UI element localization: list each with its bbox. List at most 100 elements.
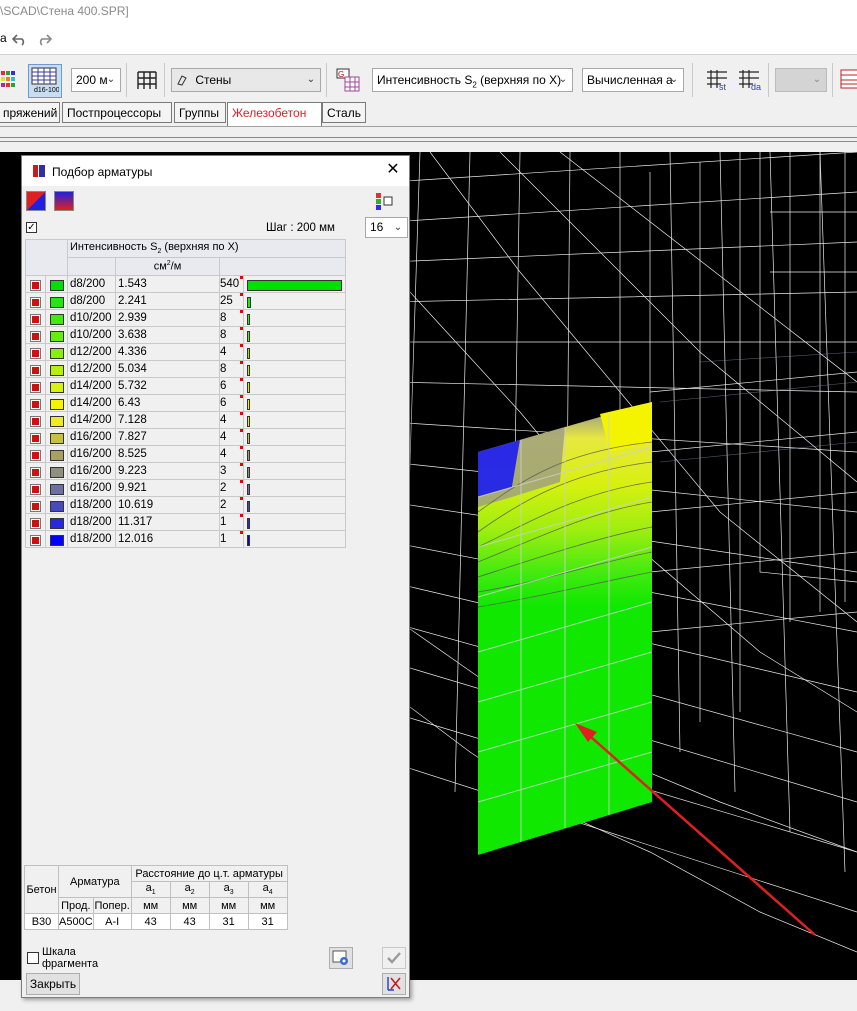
table-row[interactable]: d8/200 2.241 25	[25, 292, 347, 310]
table-row[interactable]: d16/200 9.921 2	[25, 479, 347, 497]
factor-select-icon[interactable]: G	[334, 66, 362, 94]
a1-value[interactable]: 43	[130, 913, 171, 930]
rebar-st-icon[interactable]: st	[704, 67, 732, 93]
histogram-bar	[247, 381, 250, 393]
table-row[interactable]: d10/200 2.939 8	[25, 309, 347, 327]
close-button[interactable]: Закрыть	[26, 973, 80, 995]
table-report-icon[interactable]	[838, 67, 857, 93]
table-row[interactable]: d14/200 6.43 6	[25, 394, 347, 412]
row-visibility-checkbox[interactable]	[25, 496, 46, 514]
redo-icon[interactable]	[36, 32, 52, 46]
row-color-swatch[interactable]	[45, 479, 68, 497]
a4-value[interactable]: 31	[247, 913, 288, 930]
frame-structure-icon[interactable]	[134, 67, 160, 93]
prod-value[interactable]: А500С	[58, 913, 94, 930]
unit-label: см2/м	[115, 257, 220, 276]
row-visibility-checkbox[interactable]	[25, 292, 46, 310]
row-color-swatch[interactable]	[45, 326, 68, 344]
row-color-swatch[interactable]	[45, 530, 68, 548]
row-value: 10.619	[115, 496, 220, 514]
scale-count-combo[interactable]: 16 ⌄	[365, 217, 408, 238]
table-row[interactable]: d16/200 7.827 4	[25, 428, 347, 446]
row-visibility-checkbox[interactable]	[25, 428, 46, 446]
tab-steel[interactable]: Сталь	[322, 102, 366, 123]
a3-value[interactable]: 31	[208, 913, 249, 930]
histogram-bar	[247, 330, 250, 342]
marker-icon	[240, 463, 243, 466]
row-count: 2	[220, 482, 227, 494]
mode-combo[interactable]: Вычисленная а ⌄	[582, 68, 684, 92]
rebar-grid-button[interactable]: d16-100	[28, 64, 62, 98]
row-color-swatch[interactable]	[45, 377, 68, 395]
row-visibility-checkbox[interactable]	[25, 411, 46, 429]
table-row[interactable]: d16/200 9.223 3	[25, 462, 347, 480]
marker-icon	[240, 310, 243, 313]
undo-icon[interactable]	[12, 32, 28, 46]
color-mode-icon[interactable]	[26, 191, 46, 211]
color-palette-icon[interactable]	[0, 68, 18, 92]
close-icon[interactable]: ✕	[385, 161, 401, 179]
row-visibility-checkbox[interactable]	[25, 343, 46, 361]
table-row[interactable]: d14/200 5.732 6	[25, 377, 347, 395]
table-row[interactable]: d18/200 10.619 2	[25, 496, 347, 514]
row-color-swatch[interactable]	[45, 360, 68, 378]
row-color-swatch[interactable]	[45, 275, 68, 293]
row-visibility-checkbox[interactable]	[25, 360, 46, 378]
fragment-scale-checkbox[interactable]	[27, 952, 39, 964]
step-combo[interactable]: 200 м ⌄	[71, 68, 121, 92]
chevron-down-icon: ⌄	[812, 74, 822, 85]
row-visibility-checkbox[interactable]	[25, 394, 46, 412]
row-color-swatch[interactable]	[45, 309, 68, 327]
tab-stresses[interactable]: пряжений	[0, 102, 60, 123]
row-value: 2.241	[115, 292, 220, 310]
row-color-swatch[interactable]	[45, 496, 68, 514]
row-color-swatch[interactable]	[45, 462, 68, 480]
table-row[interactable]: d18/200 11.317 1	[25, 513, 347, 531]
row-visibility-checkbox[interactable]	[25, 326, 46, 344]
row-visibility-checkbox[interactable]	[25, 309, 46, 327]
row-value: 7.827	[115, 428, 220, 446]
row-visibility-checkbox[interactable]	[25, 513, 46, 531]
tab-reinforced-concrete[interactable]: Железобетон	[227, 102, 322, 126]
row-visibility-checkbox[interactable]	[25, 479, 46, 497]
row-visibility-checkbox[interactable]	[25, 377, 46, 395]
table-row[interactable]: d8/200 1.543 540	[25, 275, 347, 293]
table-row[interactable]: d18/200 12.016 1	[25, 530, 347, 548]
row-visibility-checkbox[interactable]	[25, 530, 46, 548]
row-color-swatch[interactable]	[45, 411, 68, 429]
row-color-swatch[interactable]	[45, 343, 68, 361]
a2-sub: 2	[190, 889, 195, 897]
table-row[interactable]: d16/200 8.525 4	[25, 445, 347, 463]
poper-value[interactable]: A-I	[92, 913, 132, 930]
row-visibility-checkbox[interactable]	[25, 445, 46, 463]
settings-button[interactable]	[329, 947, 353, 969]
a2-value[interactable]: 43	[169, 913, 210, 930]
factor-combo[interactable]: Интенсивность S2 (верхняя по X) ⌄	[372, 68, 573, 92]
row-visibility-checkbox[interactable]	[25, 462, 46, 480]
table-row[interactable]: d12/200 4.336 4	[25, 343, 347, 361]
row-visibility-checkbox[interactable]	[25, 275, 46, 293]
exit-button[interactable]	[382, 973, 406, 995]
checkbox-icon	[30, 313, 41, 325]
table-row[interactable]: d10/200 3.638 8	[25, 326, 347, 344]
row-color-swatch[interactable]	[45, 394, 68, 412]
apply-button[interactable]	[382, 947, 406, 969]
rebar-da-icon[interactable]: da	[736, 67, 764, 93]
tab-groups[interactable]: Группы	[174, 102, 226, 123]
show-all-checkbox[interactable]: ✓	[26, 222, 37, 233]
row-color-swatch[interactable]	[45, 428, 68, 446]
table-row[interactable]: d12/200 5.034 8	[25, 360, 347, 378]
row-color-swatch[interactable]	[45, 445, 68, 463]
row-color-swatch[interactable]	[45, 513, 68, 531]
table-row[interactable]: d14/200 7.128 4	[25, 411, 347, 429]
row-color-swatch[interactable]	[45, 292, 68, 310]
palette-settings-icon[interactable]	[374, 191, 396, 211]
tab-postprocessors[interactable]: Постпроцессоры	[62, 102, 172, 123]
row-rebar: d12/200	[67, 343, 116, 361]
rebar-grid-icon: d16-100	[31, 67, 60, 94]
row-count: 6	[220, 380, 227, 392]
row-count: 540	[220, 278, 240, 290]
gradient-mode-icon[interactable]	[54, 191, 74, 211]
beton-value[interactable]: В30	[24, 913, 59, 930]
group-combo[interactable]: Стены ⌄	[171, 68, 321, 92]
